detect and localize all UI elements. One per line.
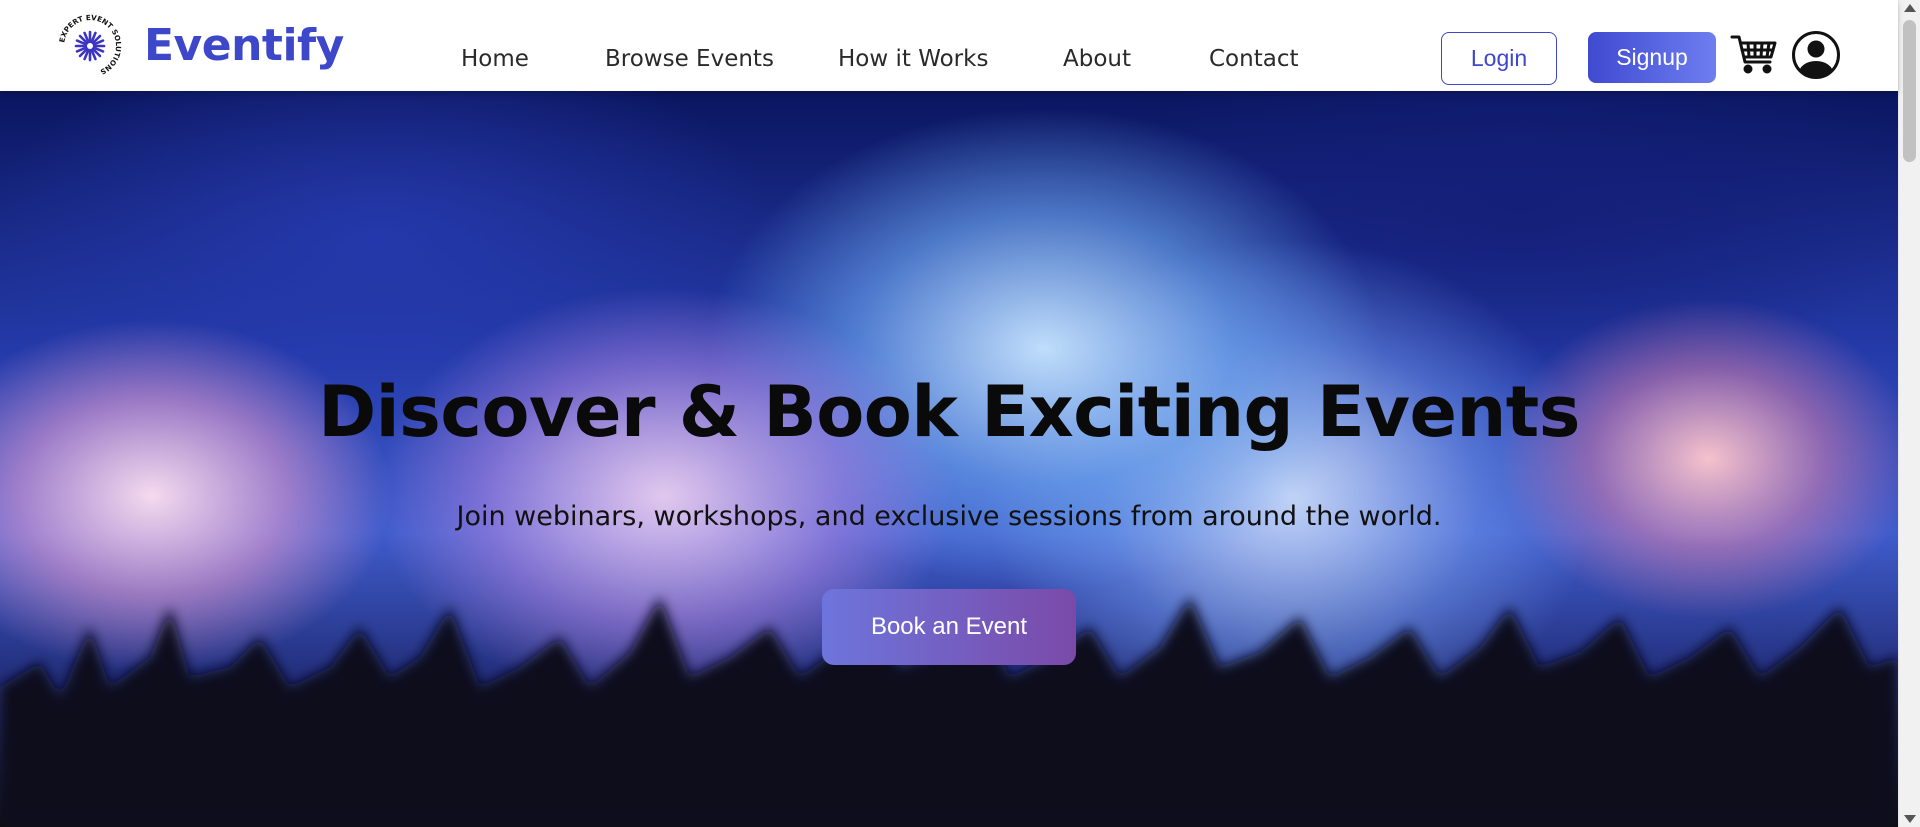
scroll-thumb[interactable] — [1903, 20, 1916, 162]
nav-contact[interactable]: Contact — [1209, 48, 1298, 71]
brand-name[interactable]: Eventify — [144, 24, 344, 68]
scroll-up-arrow-icon[interactable] — [1904, 4, 1916, 12]
hero-subtitle: Join webinars, workshops, and exclusive … — [456, 501, 1442, 532]
nav-browse-events[interactable]: Browse Events — [605, 48, 774, 71]
hero-banner: Discover & Book Exciting Events Join web… — [0, 91, 1898, 827]
book-event-button[interactable]: Book an Event — [822, 589, 1076, 665]
nav-how-it-works[interactable]: How it Works — [838, 48, 988, 71]
top-navbar: EXPERT EVENT SOLUTIONS Eventify Home Bro… — [0, 0, 1898, 91]
hero-title: Discover & Book Exciting Events — [318, 371, 1580, 453]
cart-icon[interactable] — [1730, 32, 1778, 76]
signup-button[interactable]: Signup — [1588, 32, 1716, 83]
nav-home[interactable]: Home — [461, 48, 529, 71]
page-scrollbar[interactable] — [1898, 0, 1920, 827]
scroll-down-arrow-icon[interactable] — [1904, 815, 1916, 823]
user-account-icon[interactable] — [1791, 30, 1841, 80]
login-button[interactable]: Login — [1441, 32, 1557, 85]
nav-about[interactable]: About — [1063, 48, 1131, 71]
logo-badge[interactable]: EXPERT EVENT SOLUTIONS — [58, 14, 122, 78]
